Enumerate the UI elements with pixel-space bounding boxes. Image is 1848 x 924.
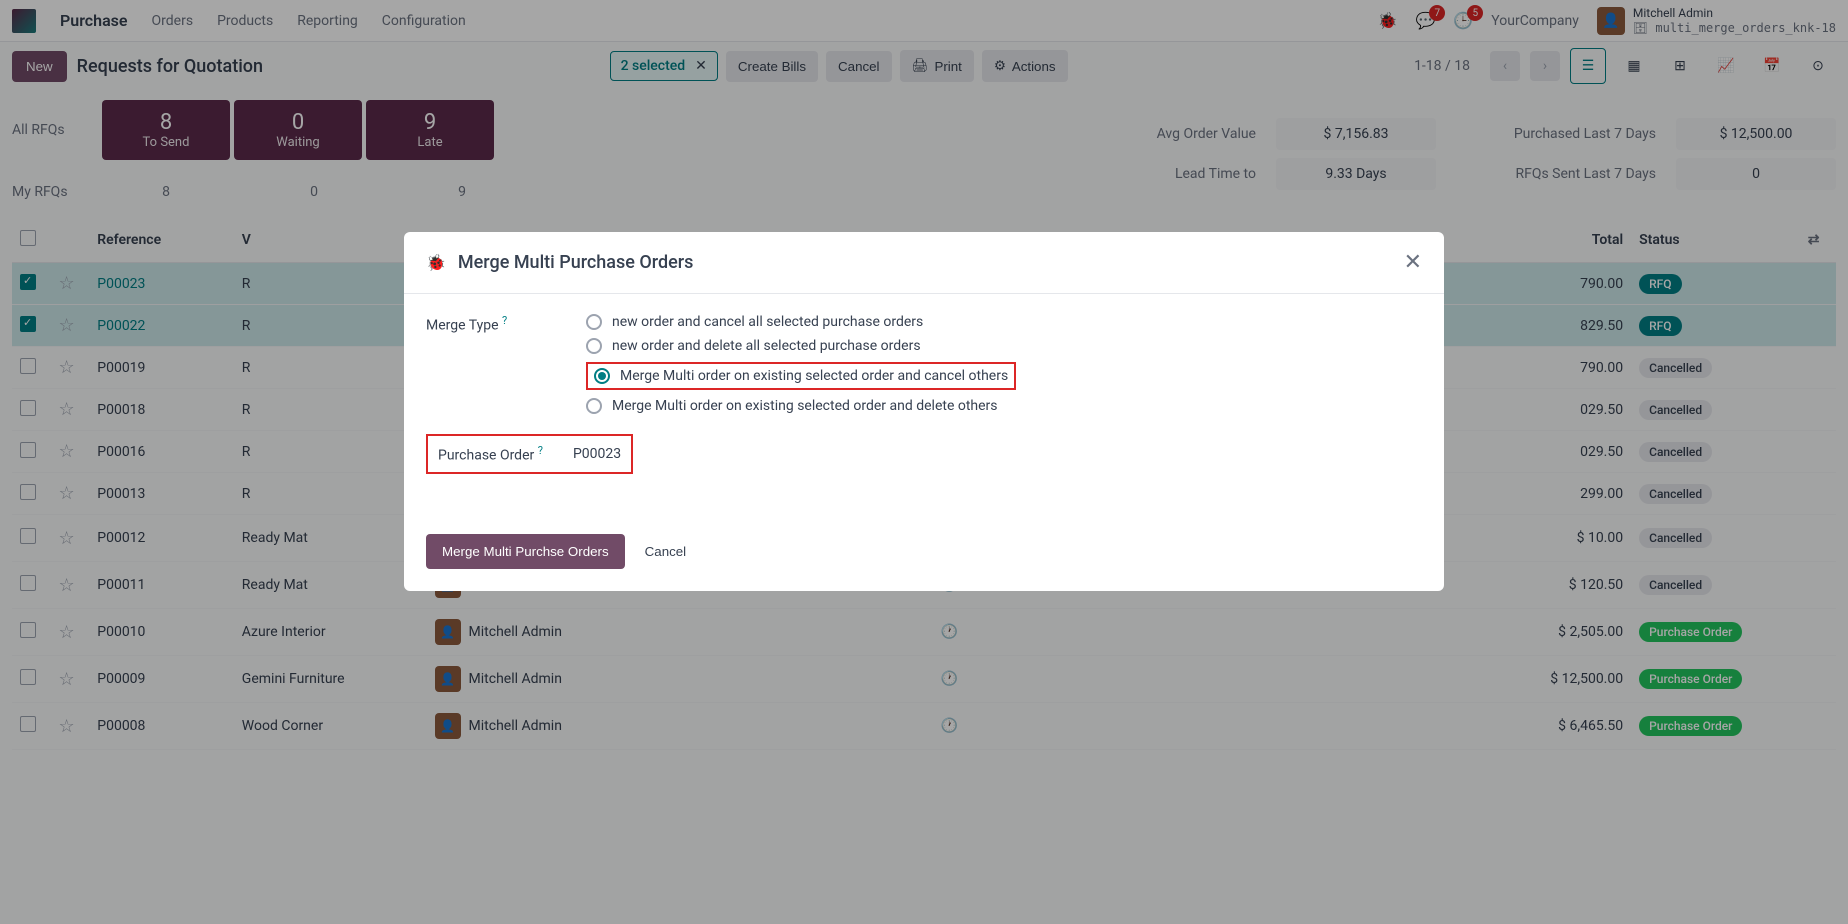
- radio-icon: [594, 368, 610, 384]
- radio-icon: [586, 398, 602, 414]
- purchase-order-label: Purchase Order ?: [438, 444, 543, 464]
- modal-title: Merge Multi Purchase Orders: [458, 252, 693, 273]
- modal-overlay: 🐞 Merge Multi Purchase Orders ✕ Merge Ty…: [0, 0, 1848, 924]
- merge-type-label: Merge Type ?: [426, 314, 546, 414]
- close-icon[interactable]: ✕: [1404, 250, 1422, 275]
- radio-icon: [586, 314, 602, 330]
- purchase-order-value[interactable]: P00023: [573, 446, 621, 462]
- help-icon[interactable]: ?: [502, 314, 507, 327]
- radio-icon: [586, 338, 602, 354]
- radio-option-1[interactable]: new order and delete all selected purcha…: [586, 338, 1016, 354]
- radio-option-3[interactable]: Merge Multi order on existing selected o…: [586, 398, 1016, 414]
- help-icon[interactable]: ?: [538, 444, 543, 457]
- merge-modal: 🐞 Merge Multi Purchase Orders ✕ Merge Ty…: [404, 232, 1444, 591]
- modal-cancel-button[interactable]: Cancel: [645, 544, 687, 559]
- radio-option-0[interactable]: new order and cancel all selected purcha…: [586, 314, 1016, 330]
- bug-icon: 🐞: [426, 253, 446, 272]
- merge-button[interactable]: Merge Multi Purchse Orders: [426, 534, 625, 569]
- radio-option-2[interactable]: Merge Multi order on existing selected o…: [586, 362, 1016, 390]
- merge-type-radios: new order and cancel all selected purcha…: [586, 314, 1016, 414]
